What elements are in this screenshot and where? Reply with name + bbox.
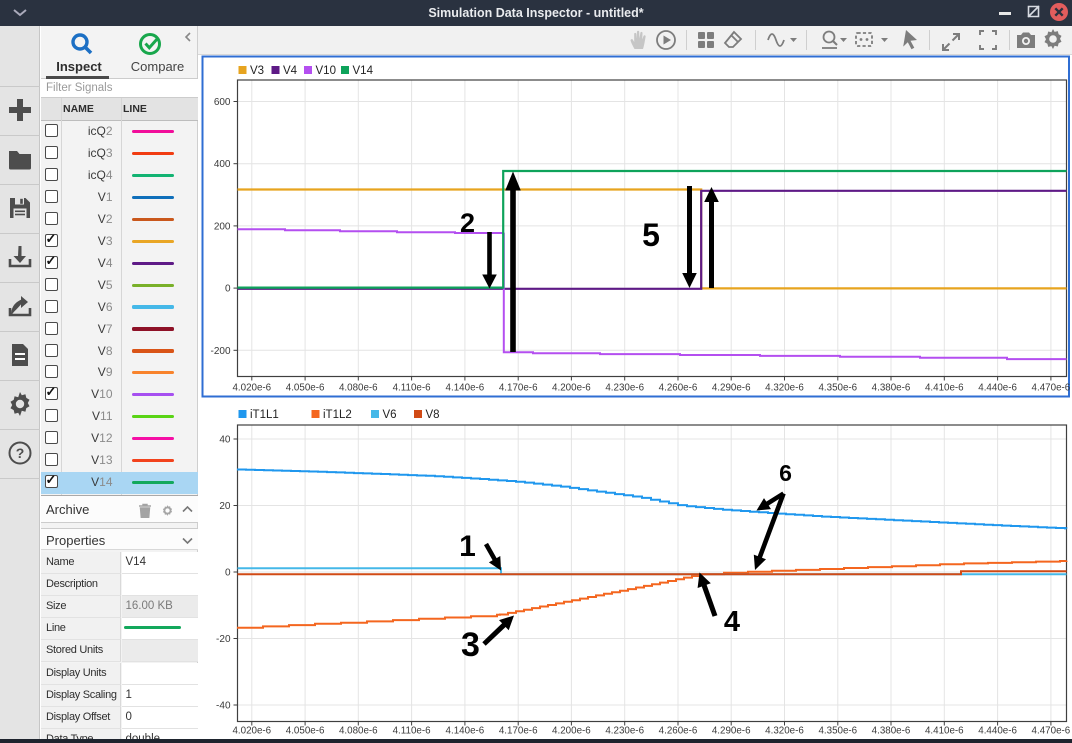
- svg-text:-20: -20: [216, 634, 231, 645]
- svg-text:1: 1: [459, 530, 476, 563]
- svg-text:5: 5: [642, 217, 660, 253]
- svg-text:4.200e-6: 4.200e-6: [552, 383, 591, 394]
- svg-text:4.410e-6: 4.410e-6: [925, 726, 964, 737]
- svg-text:4: 4: [724, 606, 740, 638]
- svg-text:4.050e-6: 4.050e-6: [286, 726, 325, 737]
- svg-text:V3: V3: [250, 65, 264, 77]
- svg-text:4.350e-6: 4.350e-6: [818, 726, 857, 737]
- svg-text:4.260e-6: 4.260e-6: [659, 383, 698, 394]
- svg-text:4.230e-6: 4.230e-6: [605, 726, 644, 737]
- svg-text:4.110e-6: 4.110e-6: [393, 726, 431, 737]
- svg-text:-200: -200: [210, 346, 230, 357]
- svg-text:4.200e-6: 4.200e-6: [552, 726, 591, 737]
- svg-text:-40: -40: [216, 701, 231, 712]
- svg-text:V4: V4: [283, 65, 298, 77]
- svg-text:4.140e-6: 4.140e-6: [446, 383, 485, 394]
- svg-text:4.020e-6: 4.020e-6: [232, 383, 271, 394]
- svg-text:4.110e-6: 4.110e-6: [393, 383, 431, 394]
- svg-text:3: 3: [461, 626, 480, 664]
- svg-text:200: 200: [214, 221, 231, 232]
- svg-text:4.080e-6: 4.080e-6: [339, 726, 378, 737]
- svg-text:4.290e-6: 4.290e-6: [712, 726, 751, 737]
- svg-text:0: 0: [225, 568, 231, 579]
- svg-text:4.440e-6: 4.440e-6: [978, 383, 1017, 394]
- svg-text:4.170e-6: 4.170e-6: [499, 726, 538, 737]
- svg-text:6: 6: [779, 460, 792, 486]
- svg-text:V6: V6: [383, 409, 397, 421]
- svg-text:600: 600: [214, 97, 231, 108]
- svg-text:0: 0: [225, 284, 231, 295]
- svg-text:4.410e-6: 4.410e-6: [925, 383, 964, 394]
- svg-text:4.320e-6: 4.320e-6: [765, 383, 804, 394]
- svg-text:4.440e-6: 4.440e-6: [978, 726, 1017, 737]
- svg-text:V14: V14: [353, 65, 374, 77]
- svg-text:V10: V10: [316, 65, 336, 77]
- svg-text:4.170e-6: 4.170e-6: [499, 383, 538, 394]
- svg-text:40: 40: [219, 435, 231, 446]
- svg-text:4.080e-6: 4.080e-6: [339, 383, 378, 394]
- svg-text:iT1L1: iT1L1: [250, 409, 279, 421]
- svg-text:4.320e-6: 4.320e-6: [765, 726, 804, 737]
- svg-text:4.290e-6: 4.290e-6: [712, 383, 751, 394]
- svg-text:4.260e-6: 4.260e-6: [659, 726, 698, 737]
- svg-text:400: 400: [214, 159, 231, 170]
- svg-text:2: 2: [460, 208, 475, 238]
- svg-text:20: 20: [219, 501, 231, 512]
- svg-text:4.140e-6: 4.140e-6: [446, 726, 485, 737]
- svg-text:?: ?: [16, 445, 25, 461]
- svg-text:4.020e-6: 4.020e-6: [232, 726, 271, 737]
- svg-text:4.380e-6: 4.380e-6: [872, 383, 911, 394]
- svg-text:V8: V8: [426, 409, 440, 421]
- svg-text:iT1L2: iT1L2: [323, 409, 352, 421]
- svg-text:4.470e-6: 4.470e-6: [1032, 383, 1071, 394]
- svg-text:4.230e-6: 4.230e-6: [605, 383, 644, 394]
- svg-text:4.050e-6: 4.050e-6: [286, 383, 325, 394]
- svg-text:4.380e-6: 4.380e-6: [872, 726, 911, 737]
- svg-text:4.470e-6: 4.470e-6: [1032, 726, 1071, 737]
- svg-text:4.350e-6: 4.350e-6: [818, 383, 857, 394]
